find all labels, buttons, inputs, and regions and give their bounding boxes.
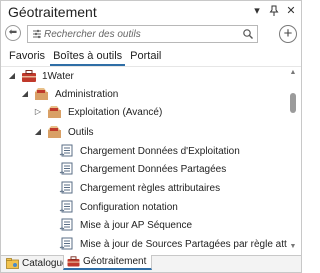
tree-label: 1Water — [42, 70, 74, 82]
tree-node-1water[interactable]: ◢ 1Water — [8, 67, 74, 85]
tree-label: Outils — [68, 126, 94, 138]
tab-portail[interactable]: Portail — [127, 50, 164, 66]
close-icon[interactable]: ✕ — [286, 5, 296, 20]
back-button[interactable]: ⬅ — [5, 25, 21, 41]
toolbox-filter-icon — [33, 29, 41, 39]
tree-label: Chargement règles attributaires — [80, 182, 221, 194]
tree-label: Mise à jour de Sources Partagées par règ… — [80, 238, 287, 250]
toolset-icon — [47, 105, 63, 119]
tree-node-tool[interactable]: Configuration notation — [59, 198, 178, 216]
script-tool-icon — [59, 237, 75, 251]
tree-node-tool[interactable]: Chargement Données d'Exploitation — [59, 142, 240, 160]
script-tool-icon — [59, 144, 75, 158]
script-tool-icon — [59, 218, 75, 232]
options-chevron-icon[interactable]: ▾ — [252, 5, 262, 20]
pane-title-bar: Géotraitement ▾ ✕ — [1, 1, 301, 23]
scroll-thumb[interactable] — [290, 93, 296, 113]
toolset-icon — [47, 125, 63, 139]
back-arrow-icon: ⬅ — [8, 27, 18, 38]
scroll-up-icon[interactable]: ▲ — [288, 69, 298, 77]
tree-node-tool[interactable]: Chargement Données Partagées — [59, 160, 226, 178]
vertical-scrollbar[interactable]: ▲ ▼ — [288, 69, 298, 251]
toolbox-tree: ◢ 1Water ◢ Administration ▷ Exploitation… — [1, 67, 287, 251]
add-button[interactable]: + — [279, 25, 297, 43]
plus-icon: + — [283, 25, 293, 42]
toolbox-icon — [67, 256, 80, 267]
script-tool-icon — [59, 181, 75, 195]
tree-label: Administration — [55, 88, 119, 100]
toolbox-icon — [21, 69, 37, 83]
collapse-arrow-icon[interactable]: ◢ — [8, 72, 16, 80]
tree-node-tool[interactable]: Chargement règles attributaires — [59, 179, 220, 197]
pane-title: Géotraitement — [8, 4, 97, 20]
search-input[interactable] — [44, 27, 224, 41]
tab-geotraitement[interactable]: Géotraitement — [63, 255, 153, 270]
tree-label: Chargement Données d'Exploitation — [80, 145, 240, 157]
tree-label: Exploitation (Avancé) — [68, 106, 163, 118]
bottom-tab-bar: Catalogue Géotraitement — [1, 255, 301, 272]
tree-label: Configuration notation — [80, 201, 178, 213]
tree-node-exploitation[interactable]: ▷ Exploitation (Avancé) — [34, 103, 162, 121]
pane-title-controls: ▾ ✕ — [252, 5, 296, 20]
collapse-arrow-icon[interactable]: ◢ — [34, 128, 42, 136]
toolset-icon — [34, 87, 50, 101]
tab-label: Catalogue — [22, 258, 68, 269]
tree-node-administration[interactable]: ◢ Administration — [21, 85, 118, 103]
tree-node-tool[interactable]: Mise à jour de Sources Partagées par règ… — [59, 235, 287, 251]
tab-label: Géotraitement — [83, 256, 147, 267]
collapse-arrow-icon[interactable]: ◢ — [21, 90, 29, 98]
script-tool-icon — [59, 200, 75, 214]
geoprocessing-pane: Géotraitement ▾ ✕ ⬅ + — [0, 0, 302, 273]
expand-arrow-icon[interactable]: ▷ — [34, 108, 42, 116]
script-tool-icon — [59, 162, 75, 176]
tree-label: Mise à jour AP Séquence — [80, 219, 193, 231]
tab-boites-a-outils[interactable]: Boîtes à outils — [50, 50, 126, 66]
search-row: ⬅ + — [5, 25, 297, 43]
tree-node-tool[interactable]: Mise à jour AP Séquence — [59, 216, 192, 234]
tree-node-outils[interactable]: ◢ Outils — [34, 123, 94, 141]
pin-icon[interactable] — [269, 5, 279, 20]
tab-favoris[interactable]: Favoris — [6, 50, 48, 66]
search-box[interactable] — [27, 25, 258, 43]
scroll-down-icon[interactable]: ▼ — [288, 243, 298, 251]
tree-label: Chargement Données Partagées — [80, 163, 227, 175]
pane-tabs: Favoris Boîtes à outils Portail — [6, 50, 166, 66]
search-icon[interactable] — [242, 28, 254, 40]
catalog-icon — [6, 258, 19, 269]
